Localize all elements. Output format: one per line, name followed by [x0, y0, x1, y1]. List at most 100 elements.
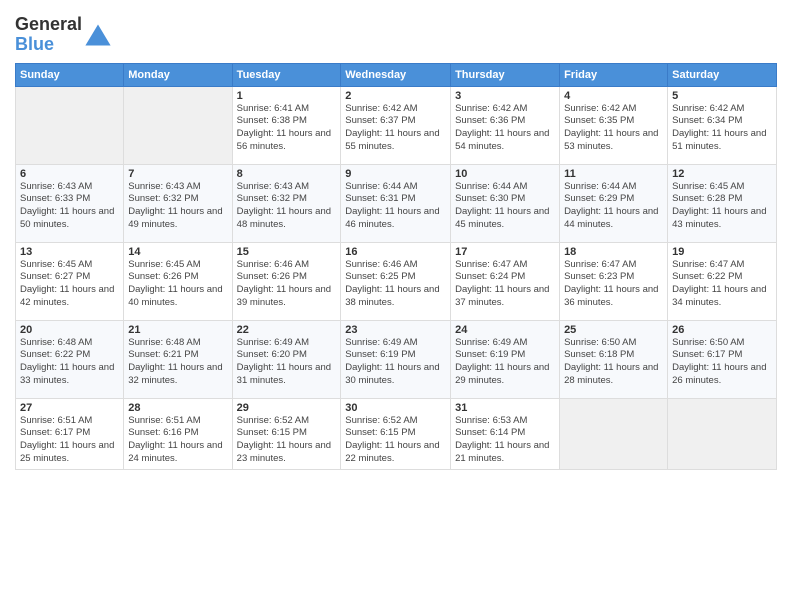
- day-number: 15: [237, 246, 337, 258]
- day-number: 13: [20, 246, 119, 258]
- day-number: 17: [455, 246, 555, 258]
- calendar-cell: 18Sunrise: 6:47 AMSunset: 6:23 PMDayligh…: [560, 242, 668, 320]
- weekday-header-monday: Monday: [124, 63, 232, 86]
- day-number: 23: [345, 324, 446, 336]
- weekday-header-saturday: Saturday: [668, 63, 777, 86]
- calendar-cell: 15Sunrise: 6:46 AMSunset: 6:26 PMDayligh…: [232, 242, 341, 320]
- calendar-cell: 14Sunrise: 6:45 AMSunset: 6:26 PMDayligh…: [124, 242, 232, 320]
- weekday-header-sunday: Sunday: [16, 63, 124, 86]
- day-info: Sunrise: 6:51 AMSunset: 6:16 PMDaylight:…: [128, 415, 227, 466]
- day-number: 6: [20, 168, 119, 180]
- day-info: Sunrise: 6:52 AMSunset: 6:15 PMDaylight:…: [237, 415, 337, 466]
- calendar-cell: 9Sunrise: 6:44 AMSunset: 6:31 PMDaylight…: [341, 164, 451, 242]
- day-info: Sunrise: 6:43 AMSunset: 6:32 PMDaylight:…: [237, 181, 337, 232]
- day-number: 25: [564, 324, 663, 336]
- calendar-table: SundayMondayTuesdayWednesdayThursdayFrid…: [15, 63, 777, 470]
- day-number: 14: [128, 246, 227, 258]
- day-number: 31: [455, 402, 555, 414]
- day-number: 22: [237, 324, 337, 336]
- calendar-cell: 21Sunrise: 6:48 AMSunset: 6:21 PMDayligh…: [124, 320, 232, 398]
- day-number: 2: [345, 90, 446, 102]
- day-info: Sunrise: 6:52 AMSunset: 6:15 PMDaylight:…: [345, 415, 446, 466]
- day-number: 18: [564, 246, 663, 258]
- calendar-cell: 22Sunrise: 6:49 AMSunset: 6:20 PMDayligh…: [232, 320, 341, 398]
- day-number: 7: [128, 168, 227, 180]
- calendar-cell: 16Sunrise: 6:46 AMSunset: 6:25 PMDayligh…: [341, 242, 451, 320]
- calendar-cell: 11Sunrise: 6:44 AMSunset: 6:29 PMDayligh…: [560, 164, 668, 242]
- logo-icon: [84, 21, 112, 49]
- calendar-cell: 30Sunrise: 6:52 AMSunset: 6:15 PMDayligh…: [341, 398, 451, 469]
- calendar-cell: 20Sunrise: 6:48 AMSunset: 6:22 PMDayligh…: [16, 320, 124, 398]
- day-info: Sunrise: 6:47 AMSunset: 6:24 PMDaylight:…: [455, 259, 555, 310]
- day-info: Sunrise: 6:44 AMSunset: 6:29 PMDaylight:…: [564, 181, 663, 232]
- day-info: Sunrise: 6:49 AMSunset: 6:19 PMDaylight:…: [345, 337, 446, 388]
- day-info: Sunrise: 6:42 AMSunset: 6:35 PMDaylight:…: [564, 103, 663, 154]
- week-row-4: 20Sunrise: 6:48 AMSunset: 6:22 PMDayligh…: [16, 320, 777, 398]
- day-number: 11: [564, 168, 663, 180]
- calendar-cell: 31Sunrise: 6:53 AMSunset: 6:14 PMDayligh…: [451, 398, 560, 469]
- day-number: 5: [672, 90, 772, 102]
- calendar-cell: 25Sunrise: 6:50 AMSunset: 6:18 PMDayligh…: [560, 320, 668, 398]
- calendar-cell: 19Sunrise: 6:47 AMSunset: 6:22 PMDayligh…: [668, 242, 777, 320]
- weekday-header-row: SundayMondayTuesdayWednesdayThursdayFrid…: [16, 63, 777, 86]
- day-info: Sunrise: 6:47 AMSunset: 6:22 PMDaylight:…: [672, 259, 772, 310]
- day-info: Sunrise: 6:46 AMSunset: 6:25 PMDaylight:…: [345, 259, 446, 310]
- day-info: Sunrise: 6:53 AMSunset: 6:14 PMDaylight:…: [455, 415, 555, 466]
- day-number: 28: [128, 402, 227, 414]
- day-number: 21: [128, 324, 227, 336]
- day-number: 9: [345, 168, 446, 180]
- day-info: Sunrise: 6:41 AMSunset: 6:38 PMDaylight:…: [237, 103, 337, 154]
- day-info: Sunrise: 6:45 AMSunset: 6:28 PMDaylight:…: [672, 181, 772, 232]
- day-number: 1: [237, 90, 337, 102]
- day-info: Sunrise: 6:42 AMSunset: 6:34 PMDaylight:…: [672, 103, 772, 154]
- day-number: 24: [455, 324, 555, 336]
- day-info: Sunrise: 6:50 AMSunset: 6:18 PMDaylight:…: [564, 337, 663, 388]
- weekday-header-friday: Friday: [560, 63, 668, 86]
- day-info: Sunrise: 6:44 AMSunset: 6:31 PMDaylight:…: [345, 181, 446, 232]
- day-number: 4: [564, 90, 663, 102]
- calendar-cell: 3Sunrise: 6:42 AMSunset: 6:36 PMDaylight…: [451, 86, 560, 164]
- calendar-cell: 8Sunrise: 6:43 AMSunset: 6:32 PMDaylight…: [232, 164, 341, 242]
- day-number: 16: [345, 246, 446, 258]
- calendar-cell: 24Sunrise: 6:49 AMSunset: 6:19 PMDayligh…: [451, 320, 560, 398]
- calendar-cell: 5Sunrise: 6:42 AMSunset: 6:34 PMDaylight…: [668, 86, 777, 164]
- calendar-cell: 4Sunrise: 6:42 AMSunset: 6:35 PMDaylight…: [560, 86, 668, 164]
- day-number: 3: [455, 90, 555, 102]
- day-info: Sunrise: 6:48 AMSunset: 6:22 PMDaylight:…: [20, 337, 119, 388]
- day-info: Sunrise: 6:49 AMSunset: 6:19 PMDaylight:…: [455, 337, 555, 388]
- header: GeneralBlue: [15, 10, 777, 55]
- day-info: Sunrise: 6:43 AMSunset: 6:33 PMDaylight:…: [20, 181, 119, 232]
- calendar-cell: 1Sunrise: 6:41 AMSunset: 6:38 PMDaylight…: [232, 86, 341, 164]
- day-info: Sunrise: 6:44 AMSunset: 6:30 PMDaylight:…: [455, 181, 555, 232]
- calendar-cell: 10Sunrise: 6:44 AMSunset: 6:30 PMDayligh…: [451, 164, 560, 242]
- calendar-cell: 23Sunrise: 6:49 AMSunset: 6:19 PMDayligh…: [341, 320, 451, 398]
- calendar-cell: [560, 398, 668, 469]
- calendar-cell: [124, 86, 232, 164]
- week-row-1: 1Sunrise: 6:41 AMSunset: 6:38 PMDaylight…: [16, 86, 777, 164]
- calendar-cell: 28Sunrise: 6:51 AMSunset: 6:16 PMDayligh…: [124, 398, 232, 469]
- day-info: Sunrise: 6:42 AMSunset: 6:37 PMDaylight:…: [345, 103, 446, 154]
- calendar-cell: 27Sunrise: 6:51 AMSunset: 6:17 PMDayligh…: [16, 398, 124, 469]
- calendar-cell: 2Sunrise: 6:42 AMSunset: 6:37 PMDaylight…: [341, 86, 451, 164]
- day-info: Sunrise: 6:45 AMSunset: 6:26 PMDaylight:…: [128, 259, 227, 310]
- logo: GeneralBlue: [15, 15, 112, 55]
- calendar-cell: 26Sunrise: 6:50 AMSunset: 6:17 PMDayligh…: [668, 320, 777, 398]
- day-info: Sunrise: 6:50 AMSunset: 6:17 PMDaylight:…: [672, 337, 772, 388]
- week-row-2: 6Sunrise: 6:43 AMSunset: 6:33 PMDaylight…: [16, 164, 777, 242]
- week-row-5: 27Sunrise: 6:51 AMSunset: 6:17 PMDayligh…: [16, 398, 777, 469]
- week-row-3: 13Sunrise: 6:45 AMSunset: 6:27 PMDayligh…: [16, 242, 777, 320]
- day-info: Sunrise: 6:43 AMSunset: 6:32 PMDaylight:…: [128, 181, 227, 232]
- weekday-header-tuesday: Tuesday: [232, 63, 341, 86]
- calendar-cell: [16, 86, 124, 164]
- day-number: 26: [672, 324, 772, 336]
- weekday-header-thursday: Thursday: [451, 63, 560, 86]
- day-info: Sunrise: 6:45 AMSunset: 6:27 PMDaylight:…: [20, 259, 119, 310]
- day-info: Sunrise: 6:48 AMSunset: 6:21 PMDaylight:…: [128, 337, 227, 388]
- page-container: GeneralBlue SundayMondayTuesdayWednesday…: [0, 0, 792, 480]
- logo-text: GeneralBlue: [15, 15, 82, 55]
- day-number: 27: [20, 402, 119, 414]
- calendar-cell: 6Sunrise: 6:43 AMSunset: 6:33 PMDaylight…: [16, 164, 124, 242]
- day-info: Sunrise: 6:51 AMSunset: 6:17 PMDaylight:…: [20, 415, 119, 466]
- calendar-cell: 13Sunrise: 6:45 AMSunset: 6:27 PMDayligh…: [16, 242, 124, 320]
- day-number: 8: [237, 168, 337, 180]
